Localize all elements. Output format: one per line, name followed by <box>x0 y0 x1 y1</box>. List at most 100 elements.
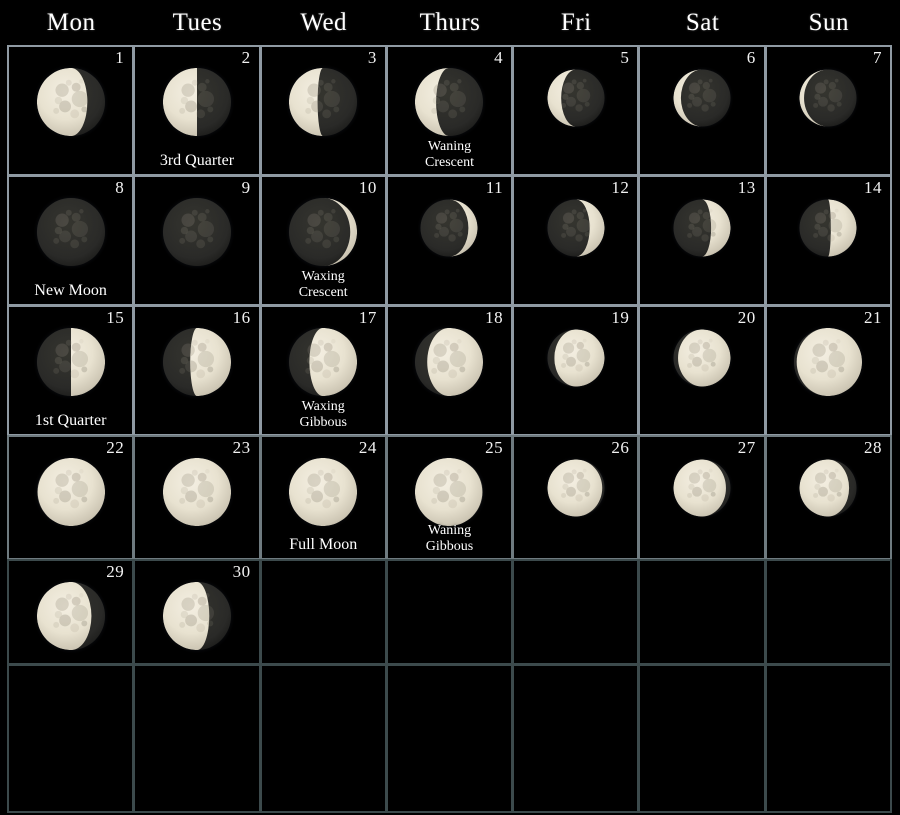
moon-phase-icon <box>544 67 607 129</box>
moon-phase-icon <box>159 455 234 529</box>
day-cell-6[interactable]: 6 <box>638 45 766 176</box>
day-cell-17[interactable]: 17 Waxing Gibbous <box>259 305 387 436</box>
phase-label-line: Waxing <box>301 399 345 414</box>
day-number: 7 <box>872 48 882 67</box>
day-cell-19[interactable]: 19 <box>512 305 640 436</box>
empty-day-cell[interactable] <box>764 664 892 813</box>
day-number: 2 <box>241 48 251 67</box>
empty-cell-body <box>767 561 890 663</box>
empty-cell-body <box>767 666 890 811</box>
day-cell-1[interactable]: 1 <box>7 45 135 176</box>
day-cell-29[interactable]: 29 <box>7 559 135 665</box>
moon-phase-icon <box>286 195 361 269</box>
day-number: 30 <box>232 562 251 581</box>
day-cell-8[interactable]: 8 New Moon <box>7 175 135 306</box>
empty-day-cell[interactable] <box>385 664 514 813</box>
day-cell-22[interactable]: 22 <box>7 435 135 560</box>
moon-phase-icon <box>791 325 866 399</box>
weekday-header-mon: Mon <box>46 9 96 36</box>
day-cell-23[interactable]: 23 <box>133 435 261 560</box>
day-number: 6 <box>746 48 756 67</box>
moon-phase-icon <box>671 197 734 259</box>
empty-day-cell[interactable] <box>638 664 766 813</box>
day-cell-30[interactable]: 30 <box>133 559 261 665</box>
phase-label: 3rd Quarter <box>159 152 235 169</box>
moon-phase-icon <box>159 325 234 399</box>
day-number: 26 <box>611 438 630 457</box>
day-cell-7[interactable]: 7 <box>764 45 892 176</box>
day-cell-18[interactable]: 18 <box>385 305 514 436</box>
day-number: 29 <box>106 562 125 581</box>
day-number: 8 <box>115 178 125 197</box>
day-number: 12 <box>611 178 630 197</box>
day-cell-2[interactable]: 2 3rd Quarter <box>133 45 261 176</box>
weekday-header-row: Mon Tues Wed Thurs Fri Sat Sun <box>8 0 892 46</box>
day-number: 20 <box>737 308 756 327</box>
empty-day-cell[interactable] <box>764 559 892 665</box>
weekday-header-wed: Wed <box>300 9 348 36</box>
moon-phase-icon <box>286 65 361 139</box>
moon-phase-icon <box>797 197 860 259</box>
moon-phase-icon <box>797 457 860 519</box>
day-number: 28 <box>863 438 882 457</box>
day-cell-27[interactable]: 27 <box>638 435 766 560</box>
day-number: 24 <box>358 438 377 457</box>
day-cell-5[interactable]: 5 <box>512 45 640 176</box>
moon-phase-icon <box>671 457 734 519</box>
empty-cell-body <box>262 666 385 811</box>
moon-phase-icon <box>412 455 487 529</box>
day-number: 21 <box>863 308 882 327</box>
phase-label: Waning Gibbous <box>388 523 511 555</box>
empty-day-cell[interactable] <box>133 664 261 813</box>
empty-day-cell[interactable] <box>512 559 640 665</box>
day-cell-14[interactable]: 14 <box>764 175 892 306</box>
day-number: 17 <box>358 308 377 327</box>
empty-day-cell[interactable] <box>638 559 766 665</box>
day-number: 3 <box>367 48 377 67</box>
empty-day-cell[interactable] <box>385 559 514 665</box>
empty-day-cell[interactable] <box>259 664 387 813</box>
moon-phase-icon <box>159 579 234 653</box>
day-number: 23 <box>232 438 251 457</box>
day-cell-15[interactable]: 15 1st Quarter <box>7 305 135 436</box>
phase-label: Waning Crescent <box>388 139 511 171</box>
day-cell-24[interactable]: 24 Full Moon <box>259 435 387 560</box>
moon-phase-icon <box>159 65 234 139</box>
day-cell-20[interactable]: 20 <box>638 305 766 436</box>
moon-phase-icon <box>797 67 860 129</box>
phase-label-line: Gibbous <box>425 539 474 554</box>
day-cell-21[interactable]: 21 <box>764 305 892 436</box>
day-cell-3[interactable]: 3 <box>259 45 387 176</box>
weekday-header-fri: Fri <box>560 9 592 36</box>
empty-day-cell[interactable] <box>259 559 387 665</box>
day-number: 16 <box>232 308 251 327</box>
moon-phase-calendar: Mon Tues Wed Thurs Fri Sat Sun 1 2 3rd Q… <box>0 0 900 815</box>
moon-phase-icon <box>33 455 108 529</box>
day-cell-13[interactable]: 13 <box>638 175 766 306</box>
day-cell-10[interactable]: 10 Waxing Crescent <box>259 175 387 306</box>
day-cell-26[interactable]: 26 <box>512 435 640 560</box>
phase-label-line: Waxing <box>301 269 345 284</box>
day-cell-9[interactable]: 9 <box>133 175 261 306</box>
day-number: 14 <box>863 178 882 197</box>
moon-phase-icon <box>33 195 108 269</box>
day-cell-4[interactable]: 4 Waning Crescent <box>385 45 514 176</box>
empty-cell-body <box>388 666 511 811</box>
day-cell-25[interactable]: 25 Waning Gibbous <box>385 435 514 560</box>
day-cell-11[interactable]: 11 <box>385 175 514 306</box>
moon-phase-icon <box>544 327 607 389</box>
empty-cell-body <box>9 666 132 811</box>
day-cell-28[interactable]: 28 <box>764 435 892 560</box>
empty-day-cell[interactable] <box>512 664 640 813</box>
moon-phase-icon <box>286 325 361 399</box>
empty-day-cell[interactable] <box>7 664 135 813</box>
moon-phase-icon <box>671 327 734 389</box>
day-number: 9 <box>241 178 251 197</box>
day-cell-16[interactable]: 16 <box>133 305 261 436</box>
day-cell-12[interactable]: 12 <box>512 175 640 306</box>
weekday-header-thurs: Thurs <box>419 9 481 36</box>
phase-label-line: Crescent <box>298 285 348 300</box>
day-number: 19 <box>611 308 630 327</box>
moon-phase-icon <box>33 579 108 653</box>
moon-phase-icon <box>412 325 487 399</box>
